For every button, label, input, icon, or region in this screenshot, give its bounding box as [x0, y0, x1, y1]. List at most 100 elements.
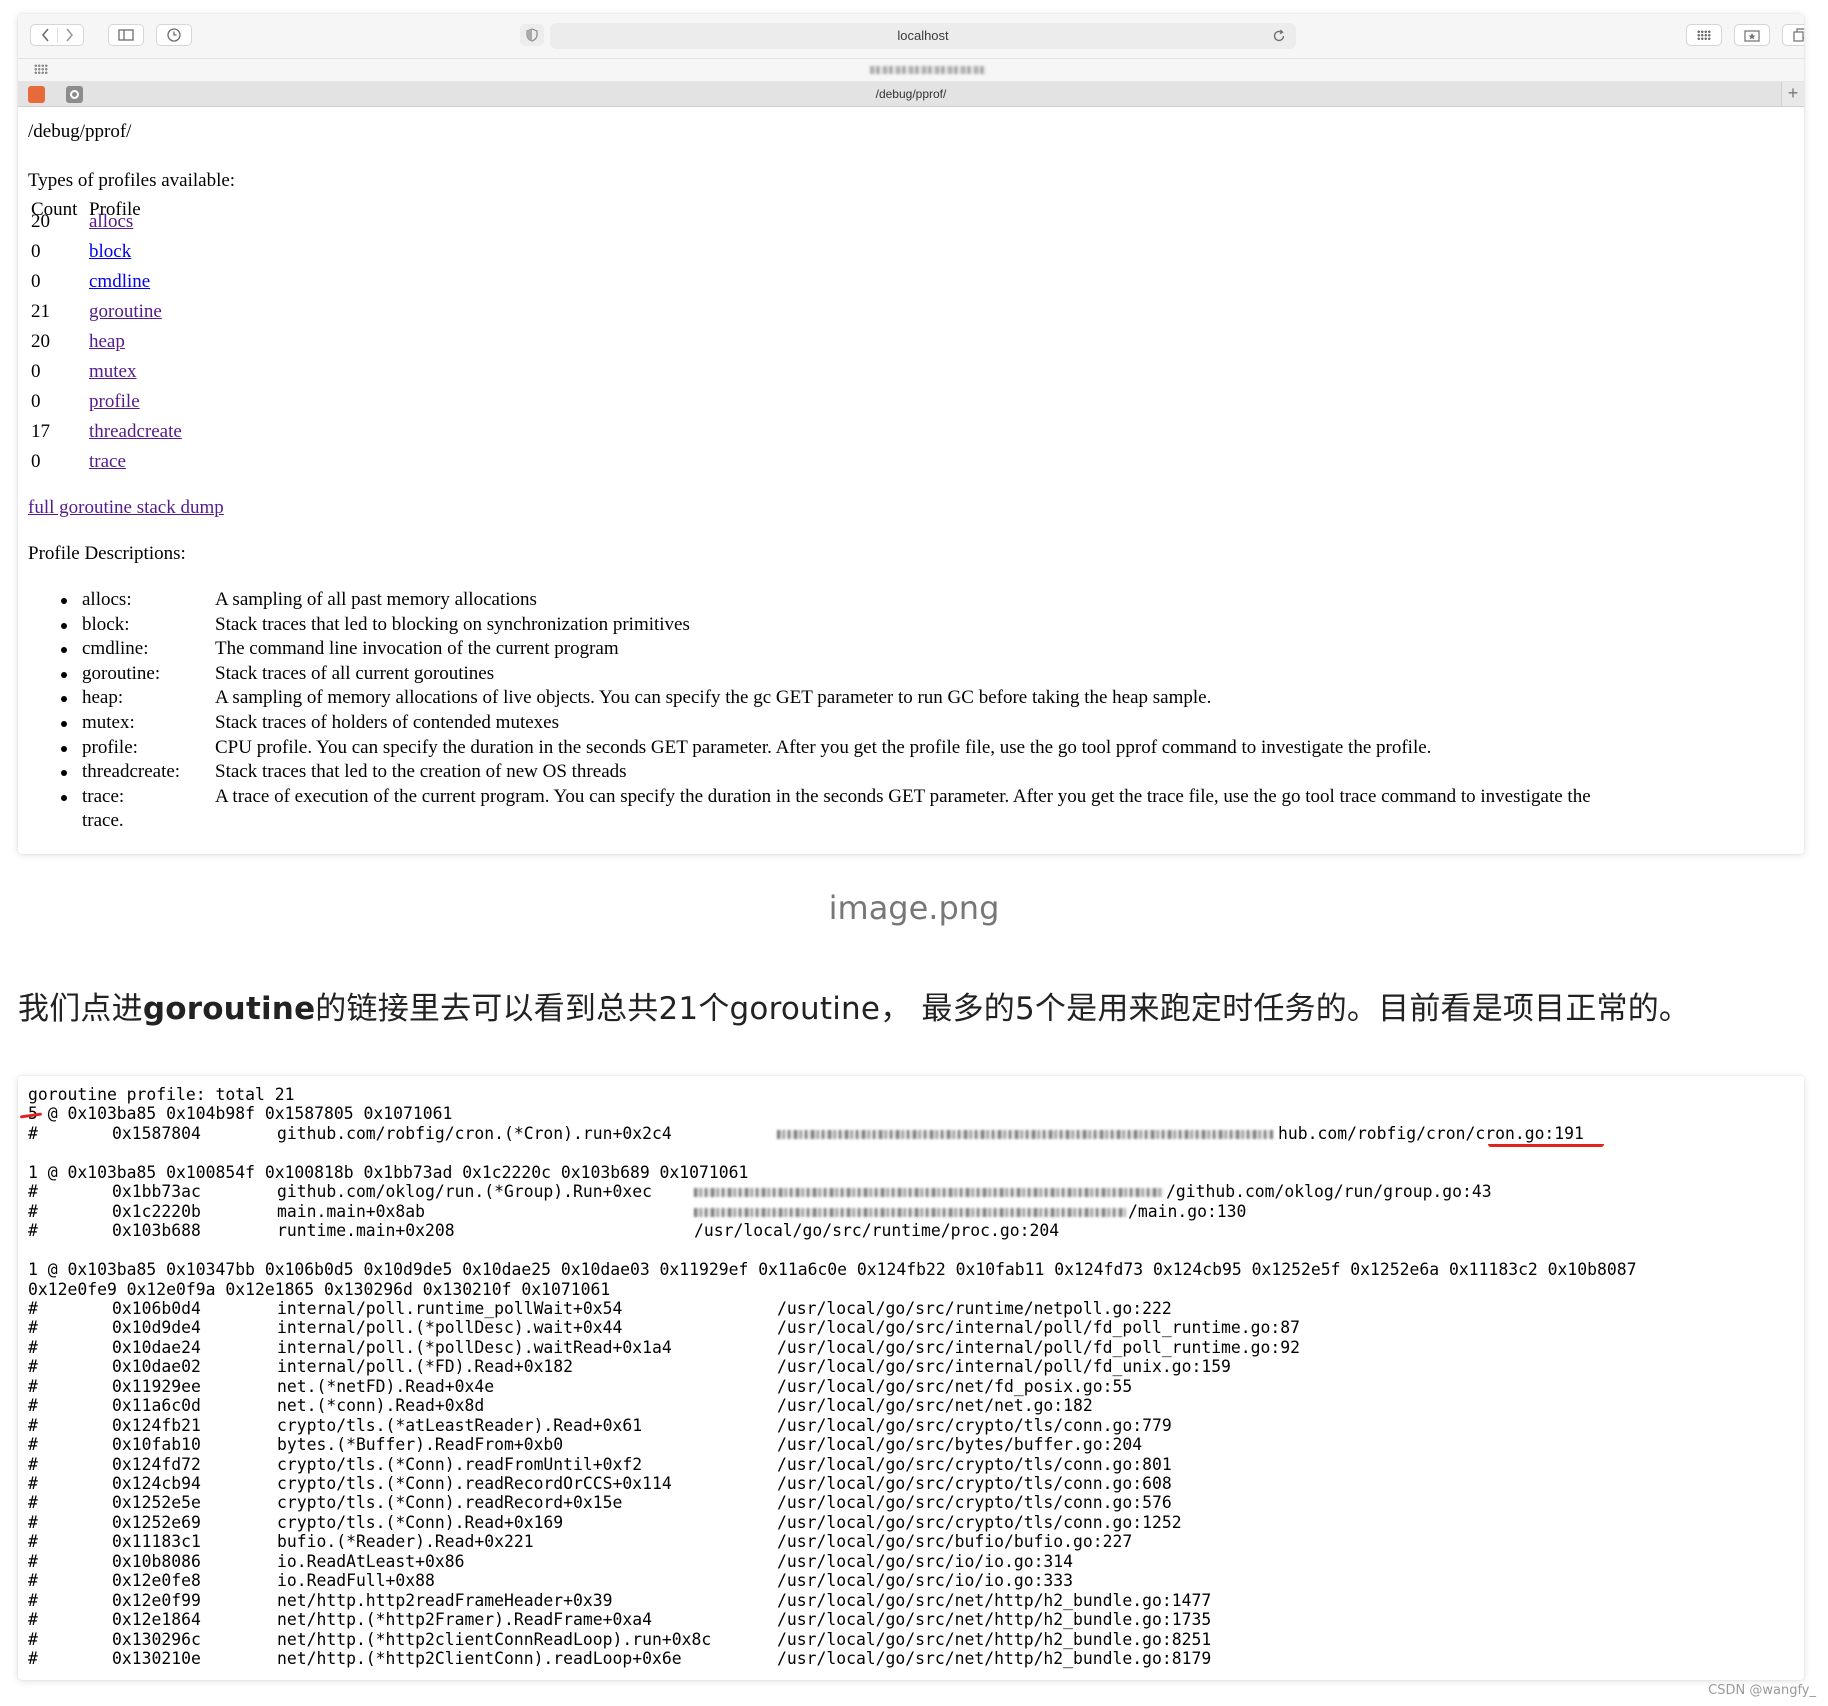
profile-link[interactable]: allocs [89, 211, 133, 233]
frame-file: /usr/local/go/src/crypto/tls/conn.go:576 [777, 1493, 1172, 1513]
stack-header-cont: 0x12e0fe9 0x12e0f9a 0x12e1865 0x130296d … [28, 1279, 611, 1299]
frame-function: io.ReadFull+0x88 [277, 1571, 435, 1591]
profile-link[interactable]: block [89, 241, 131, 263]
frame-file: /usr/local/go/src/runtime/netpoll.go:222 [777, 1298, 1172, 1318]
frame-hash: # [28, 1337, 38, 1357]
annotation-underline-file [1488, 1144, 1604, 1147]
description-text: A sampling of memory allocations of live… [215, 687, 1212, 709]
tabs-icon[interactable] [1782, 24, 1804, 46]
profile-link[interactable]: cmdline [89, 271, 150, 293]
description-text: The command line invocation of the curre… [215, 638, 619, 660]
description-text: Stack traces that led to the creation of… [215, 761, 627, 783]
descriptions-heading: Profile Descriptions: [28, 543, 186, 564]
watermark: CSDN @wangfy_ [1708, 1683, 1816, 1698]
frame-function: net/http.(*http2Framer).ReadFrame+0xa4 [277, 1610, 652, 1630]
frame-file: /usr/local/go/src/crypto/tls/conn.go:801 [777, 1454, 1172, 1474]
description-term: cmdline: [82, 638, 149, 660]
bullet-icon [61, 671, 67, 678]
profile-link[interactable]: threadcreate [89, 421, 182, 443]
blurred-bookmark[interactable] [870, 66, 986, 74]
profile-count: 0 [31, 391, 41, 412]
address-text: localhost [897, 28, 949, 43]
frame-address: 0x1c2220b [112, 1201, 201, 1221]
frame-file: /usr/local/go/src/internal/poll/fd_poll_… [777, 1337, 1301, 1357]
forward-icon[interactable] [58, 28, 81, 42]
frame-address: 0x10dae24 [112, 1337, 201, 1357]
dump-header: goroutine profile: total 21 [28, 1085, 295, 1104]
history-icon[interactable] [156, 24, 192, 46]
image-caption: image.png [828, 889, 1000, 927]
full-goroutine-dump-link[interactable]: full goroutine stack dump [28, 497, 224, 519]
redacted-path [777, 1129, 1273, 1139]
frame-address: 0x10fab10 [112, 1435, 201, 1455]
frame-function: net/http.(*http2clientConnReadLoop).run+… [277, 1629, 712, 1649]
frame-address: 0x103b688 [112, 1221, 201, 1241]
frame-file: /usr/local/go/src/crypto/tls/conn.go:608 [777, 1474, 1172, 1493]
profile-count: 20 [31, 331, 50, 352]
frame-file: /usr/local/go/src/bytes/buffer.go:204 [777, 1435, 1143, 1455]
profile-count: 17 [31, 421, 50, 442]
frame-function: bytes.(*Buffer).ReadFrom+0xb0 [277, 1435, 564, 1455]
bullet-icon [61, 721, 67, 727]
back-icon[interactable] [34, 28, 57, 42]
bullet-icon [61, 794, 67, 801]
paragraph-text-1: 我们点进 [18, 991, 143, 1027]
frame-hash: # [28, 1532, 38, 1552]
frame-function: internal/poll.runtime_pollWait+0x54 [277, 1298, 623, 1318]
frame-file: /usr/local/go/src/net/net.go:182 [777, 1396, 1093, 1416]
tab-bar: /debug/pprof/ + [18, 82, 1804, 107]
frame-hash: # [28, 1493, 38, 1513]
privacy-shield-icon[interactable] [520, 24, 544, 46]
profile-link[interactable]: trace [89, 451, 126, 473]
frame-address: 0x11183c1 [112, 1532, 201, 1552]
frame-hash: # [28, 1396, 38, 1416]
frame-address: 0x124fb21 [112, 1415, 201, 1435]
profile-link[interactable]: profile [89, 391, 140, 413]
grid-icon[interactable] [1686, 24, 1722, 46]
redacted-path [694, 1207, 1126, 1217]
frame-address: 0x130210e [112, 1649, 201, 1669]
description-text: Stack traces of holders of contended mut… [215, 712, 559, 733]
types-heading: Types of profiles available: [28, 170, 236, 191]
address-bar[interactable]: localhost [550, 23, 1296, 49]
frame-function: crypto/tls.(*Conn).readRecordOrCCS+0x114 [277, 1474, 672, 1493]
frame-hash: # [28, 1201, 38, 1221]
frame-hash: # [28, 1182, 38, 1202]
frame-function: net.(*netFD).Read+0x4e [277, 1376, 495, 1396]
share-icon[interactable] [1734, 24, 1770, 46]
frame-function: internal/poll.(*pollDesc).wait+0x44 [277, 1318, 623, 1338]
frame-function: github.com/oklog/run.(*Group).Run+0xec [277, 1182, 652, 1202]
frame-file: /usr/local/go/src/io/io.go:314 [777, 1551, 1074, 1571]
profile-link[interactable]: goroutine [89, 301, 162, 323]
sidebar-icon[interactable] [108, 24, 144, 46]
description-term: block: [82, 613, 130, 635]
frame-address: 0x10b8086 [112, 1551, 201, 1571]
browser-toolbar: localhost [18, 14, 1804, 59]
frame-address: 0x1bb73ac [112, 1182, 201, 1202]
favorites-bar [18, 59, 1804, 82]
stack-header: 5 @ 0x103ba85 0x104b98f 0x1587805 0x1071… [28, 1104, 453, 1124]
new-tab-button[interactable]: + [1781, 82, 1804, 106]
frame-hash: # [28, 1571, 38, 1591]
frame-function: crypto/tls.(*Conn).readFromUntil+0xf2 [277, 1454, 643, 1474]
favorites-grid-icon[interactable] [34, 64, 48, 74]
description-term: mutex: [82, 712, 135, 733]
frame-address: 0x106b0d4 [112, 1298, 201, 1318]
frame-function: crypto/tls.(*Conn).readRecord+0x15e [277, 1493, 623, 1513]
tab-title[interactable]: /debug/pprof/ [18, 82, 1804, 106]
bullet-icon [61, 622, 67, 629]
frame-hash: # [28, 1649, 38, 1669]
profile-count: 20 [31, 211, 50, 232]
frame-function: crypto/tls.(*atLeastReader).Read+0x61 [277, 1415, 643, 1435]
profile-link[interactable]: heap [89, 331, 125, 353]
reload-icon[interactable] [1272, 23, 1286, 52]
frame-file: /usr/local/go/src/bufio/bufio.go:227 [777, 1532, 1133, 1552]
frame-address: 0x12e1864 [112, 1610, 201, 1630]
frame-hash: # [28, 1357, 38, 1377]
profile-link[interactable]: mutex [89, 361, 137, 383]
profile-count: 0 [31, 361, 41, 382]
bullet-icon [61, 745, 67, 752]
frame-function: io.ReadAtLeast+0x86 [277, 1551, 465, 1571]
profile-count: 0 [31, 451, 41, 472]
frame-file: /usr/local/go/src/net/http/h2_bundle.go:… [777, 1610, 1212, 1630]
